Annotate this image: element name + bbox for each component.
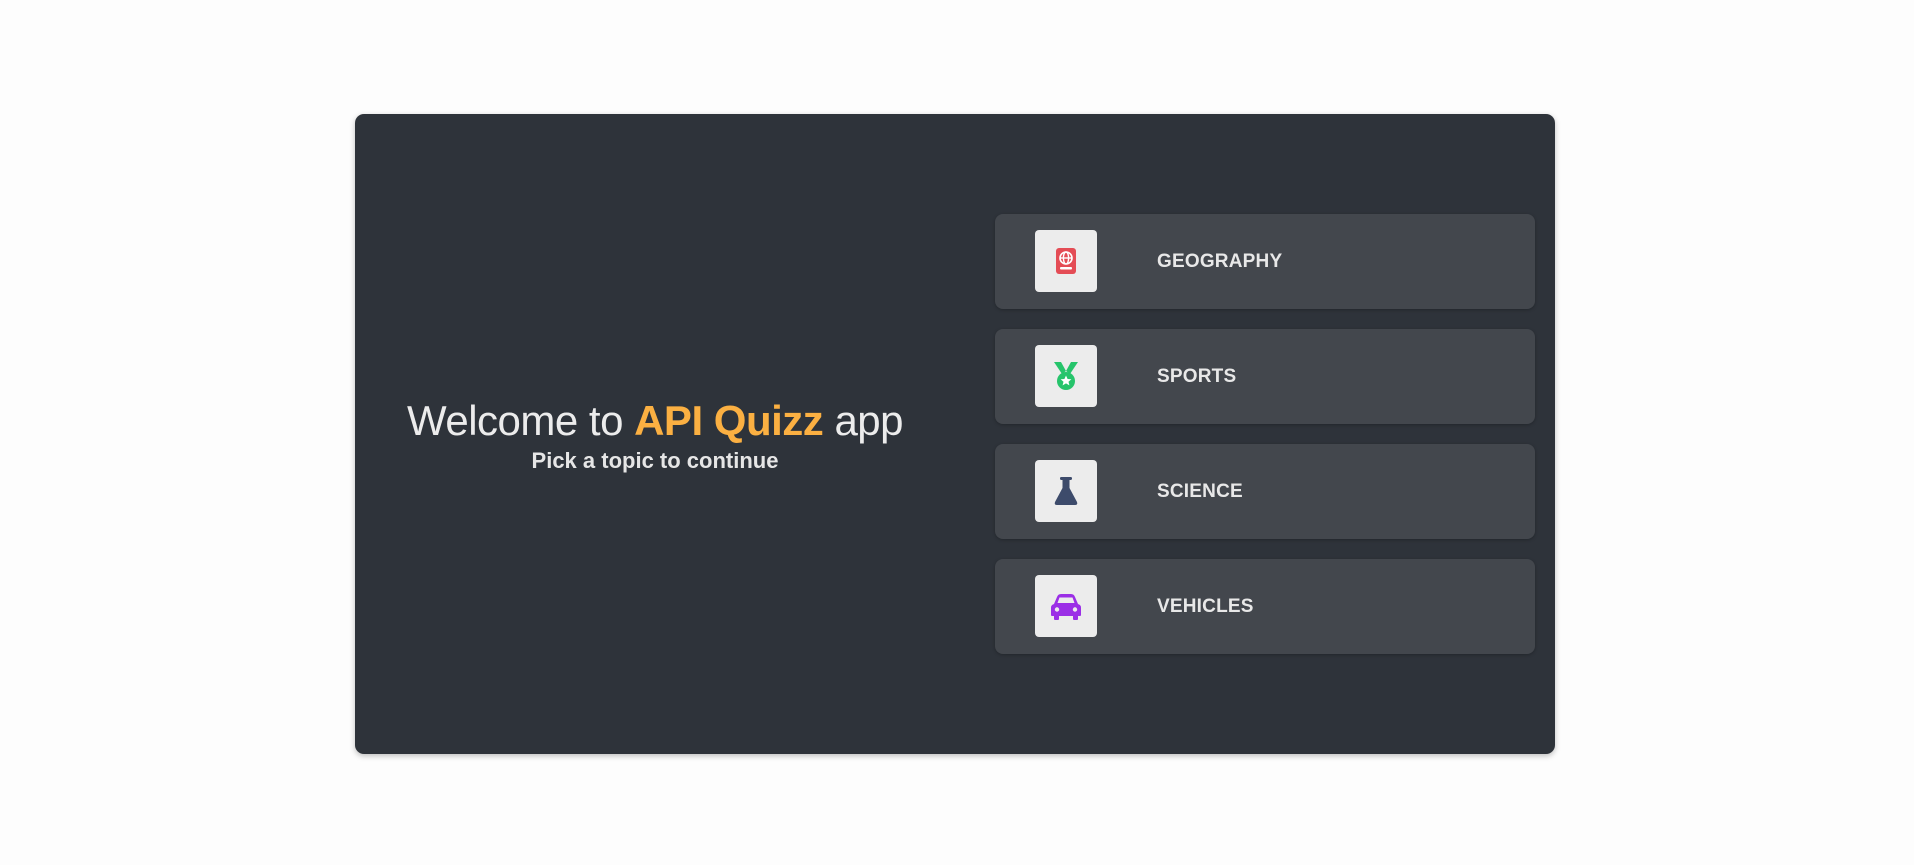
topic-icon-box [1035,345,1097,407]
brand-name: API Quizz [634,397,824,444]
medal-icon [1054,362,1078,390]
topic-sports-button[interactable]: SPORTS [995,329,1535,424]
topic-label: SPORTS [1157,366,1237,387]
globe-book-icon [1056,248,1076,274]
subtitle: Pick a topic to continue [531,448,779,473]
topic-geography-button[interactable]: GEOGRAPHY [995,214,1535,309]
topic-icon-box [1035,230,1097,292]
car-icon [1051,594,1081,620]
main-card: Welcome to API Quizz app Pick a topic to… [355,114,1555,754]
topic-label: SCIENCE [1157,481,1243,502]
topic-vehicles-button[interactable]: VEHICLES [995,559,1535,654]
topic-icon-box [1035,575,1097,637]
topic-label: GEOGRAPHY [1157,251,1283,272]
title-suffix: app [823,397,904,444]
topic-label: VEHICLES [1157,596,1254,617]
topic-list: GEOGRAPHY SPORTS SCIENCE VEHICLES [995,214,1535,674]
topic-science-button[interactable]: SCIENCE [995,444,1535,539]
title-prefix: Welcome to [406,397,635,444]
welcome-section: Welcome to API Quizz app Pick a topic to… [355,396,955,474]
page-title: Welcome to API Quizz app [355,396,955,446]
flask-icon [1054,477,1078,505]
topic-icon-box [1035,460,1097,522]
